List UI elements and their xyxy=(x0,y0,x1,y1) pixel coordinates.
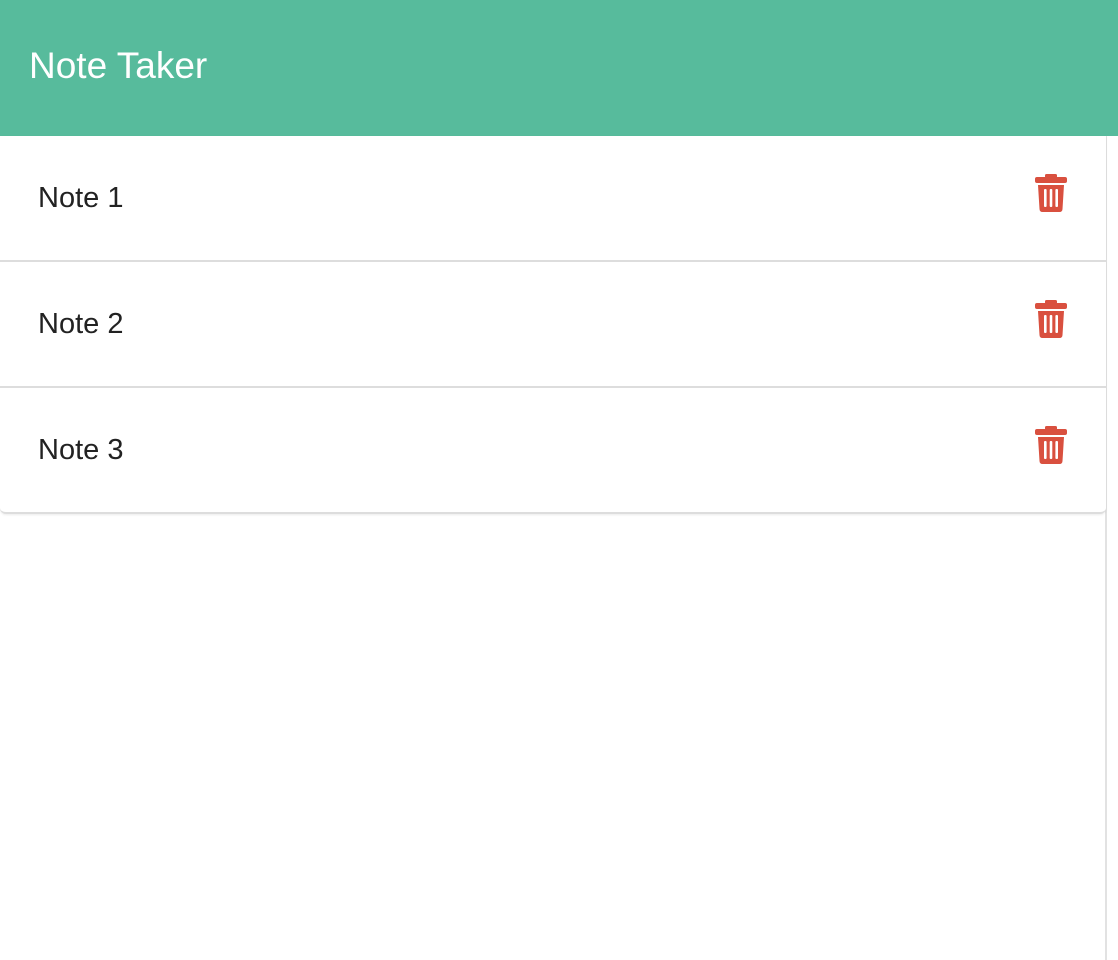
delete-note-button[interactable] xyxy=(1030,298,1072,340)
delete-note-button[interactable] xyxy=(1030,172,1072,214)
trash-icon xyxy=(1035,300,1067,338)
trash-icon xyxy=(1035,174,1067,212)
delete-note-button[interactable] xyxy=(1030,424,1072,466)
trash-icon xyxy=(1035,426,1067,464)
note-title[interactable]: Note 2 xyxy=(38,306,123,342)
app-title[interactable]: Note Taker xyxy=(29,44,207,88)
navbar: Note Taker xyxy=(0,0,1118,136)
list-item[interactable]: Note 3 xyxy=(0,388,1106,512)
list-item[interactable]: Note 2 xyxy=(0,262,1106,388)
note-title[interactable]: Note 3 xyxy=(38,432,123,468)
list-item[interactable]: Note 1 xyxy=(0,136,1106,262)
note-title[interactable]: Note 1 xyxy=(38,180,123,216)
note-list: Note 1 Note 2 Note 3 xyxy=(0,136,1106,514)
